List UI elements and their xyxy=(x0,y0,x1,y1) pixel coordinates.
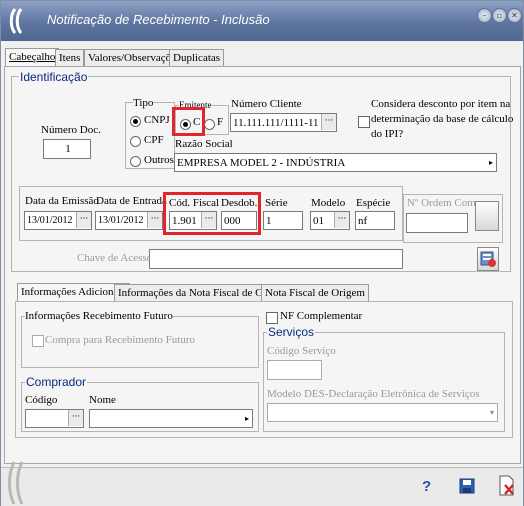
tipo-cnpj-label: CNPJ xyxy=(144,114,170,126)
codigo-label: Código xyxy=(25,394,58,406)
modelo-des-select[interactable]: ▾ xyxy=(267,403,498,422)
tab-label: Cabeçalho xyxy=(9,51,56,63)
numero-cliente-value: 11.111.111/1111-11 xyxy=(233,117,319,129)
comprador-codigo-input[interactable]: ··· xyxy=(25,409,84,428)
cancel-document-icon[interactable] xyxy=(498,475,516,497)
main-panel: Identificação Número Doc. 1 Tipo CNPJ CP… xyxy=(4,66,521,464)
modelo-des-label: Modelo DES-Declaração Eletrônica de Serv… xyxy=(267,388,480,400)
emitente-f-radio[interactable] xyxy=(204,119,215,130)
emitente-highlight xyxy=(172,107,205,136)
especie-label: Espécie xyxy=(356,197,391,209)
razao-social-label: Razão Social xyxy=(175,138,233,150)
futuro-check-label: Compra para Recebimento Futuro xyxy=(45,334,195,346)
desconto-label-2: determinação da base de cálculo xyxy=(371,113,514,125)
minimize-icon[interactable]: – xyxy=(477,8,492,23)
dropdown-arrow-icon: ▸ xyxy=(244,414,249,423)
access-key-icon[interactable] xyxy=(477,247,499,271)
codigo-servico-input[interactable] xyxy=(267,360,322,380)
desconto-checkbox[interactable] xyxy=(358,116,370,128)
tab-label: Itens xyxy=(59,52,81,64)
emitente-f-label: F xyxy=(217,116,224,128)
chave-acesso-input[interactable] xyxy=(149,249,403,269)
ordem-compra-input[interactable] xyxy=(406,213,468,233)
tab-cabecalho[interactable]: Cabeçalho xyxy=(5,48,60,67)
numero-cliente-label: Número Cliente xyxy=(231,98,302,110)
maximize-icon[interactable]: ▫ xyxy=(492,8,507,23)
tipo-outros-label: Outros xyxy=(144,154,174,166)
bottom-toolbar: ? xyxy=(1,461,523,506)
subtab-label: Nota Fiscal de Origem xyxy=(265,287,365,299)
data-entrada-label: Data de Entrada xyxy=(96,195,167,207)
futuro-checkbox[interactable] xyxy=(32,335,44,347)
serie-label: Série xyxy=(265,197,288,209)
desconto-label-1: Considera desconto por item na xyxy=(371,98,511,110)
tipo-cpf-label: CPF xyxy=(144,134,164,146)
window-title: Notificação de Recebimento - Inclusão xyxy=(47,12,270,27)
dropdown-arrow-icon: ▾ xyxy=(489,408,494,417)
fiscal-highlight xyxy=(163,192,261,235)
modelo-value: 01 xyxy=(313,215,324,227)
especie-input[interactable]: nf xyxy=(355,211,395,230)
tab-label: Duplicatas xyxy=(173,52,221,64)
close-icon[interactable]: ✕ xyxy=(507,8,522,23)
data-emissao-label: Data da Emissão xyxy=(25,195,99,207)
comprador-title: Comprador xyxy=(25,375,88,389)
identificacao-title: Identificação xyxy=(19,70,89,84)
nf-complementar-label: NF Complementar xyxy=(280,310,363,322)
chave-acesso-label: Chave de Acesso: xyxy=(77,252,156,264)
comprador-lookup-button[interactable]: ··· xyxy=(68,410,83,426)
tipo-label: Tipo xyxy=(133,97,154,109)
modelo-lookup-button[interactable]: ··· xyxy=(334,212,349,228)
notification-window: Notificação de Recebimento - Inclusão – … xyxy=(0,0,524,506)
numero-cliente-lookup-button[interactable]: ··· xyxy=(321,114,336,130)
num-doc-label: Número Doc. xyxy=(41,124,101,136)
help-icon[interactable]: ? xyxy=(422,478,431,495)
tab-duplicatas[interactable]: Duplicatas xyxy=(169,49,225,67)
serie-input[interactable]: 1 xyxy=(263,211,303,230)
data-emissao-input[interactable]: 13/01/2012 ··· xyxy=(24,211,92,230)
dropdown-arrow-icon: ▸ xyxy=(488,158,493,167)
num-doc-input[interactable]: 1 xyxy=(43,139,91,159)
subtab-label: Informações Adicionais xyxy=(21,286,126,298)
nome-label: Nome xyxy=(89,394,116,406)
save-icon[interactable] xyxy=(459,478,475,494)
data-emissao-value: 13/01/2012 xyxy=(27,215,73,226)
ordem-compra-button[interactable] xyxy=(475,201,499,231)
subtab-nf-origem[interactable]: Nota Fiscal de Origem xyxy=(261,284,369,302)
numero-cliente-input[interactable]: 11.111.111/1111-11 ··· xyxy=(230,113,337,132)
modelo-input[interactable]: 01 ··· xyxy=(310,211,350,230)
comprador-nome-select[interactable]: ▸ xyxy=(89,409,253,428)
data-emissao-picker-button[interactable]: ··· xyxy=(76,212,91,228)
title-bar: Notificação de Recebimento - Inclusão – … xyxy=(1,1,523,41)
tipo-outros-radio[interactable] xyxy=(130,156,141,167)
codigo-servico-label: Código Serviço xyxy=(267,345,336,357)
app-logo-icon xyxy=(8,461,24,505)
razao-social-value: EMPRESA MODEL 2 - INDÚSTRIA xyxy=(177,157,346,169)
data-entrada-picker-button[interactable]: ··· xyxy=(147,212,162,228)
data-entrada-value: 13/01/2012 xyxy=(98,215,144,226)
modelo-label: Modelo xyxy=(311,197,346,209)
subtab-info-adicionais[interactable]: Informações Adicionais xyxy=(17,283,130,302)
desconto-label-3: do IPI? xyxy=(371,128,404,140)
data-entrada-input[interactable]: 13/01/2012 ··· xyxy=(95,211,163,230)
tab-label: Valores/Observações xyxy=(88,52,181,64)
nf-complementar-checkbox[interactable] xyxy=(266,312,278,324)
tipo-cnpj-radio[interactable] xyxy=(130,116,141,127)
futuro-label: Informações Recebimento Futuro xyxy=(25,310,173,322)
tipo-cpf-radio[interactable] xyxy=(130,136,141,147)
app-logo-icon xyxy=(9,8,23,34)
tab-itens[interactable]: Itens xyxy=(55,49,85,67)
servicos-title: Serviços xyxy=(267,325,316,339)
razao-social-select[interactable]: EMPRESA MODEL 2 - INDÚSTRIA ▸ xyxy=(174,153,497,172)
